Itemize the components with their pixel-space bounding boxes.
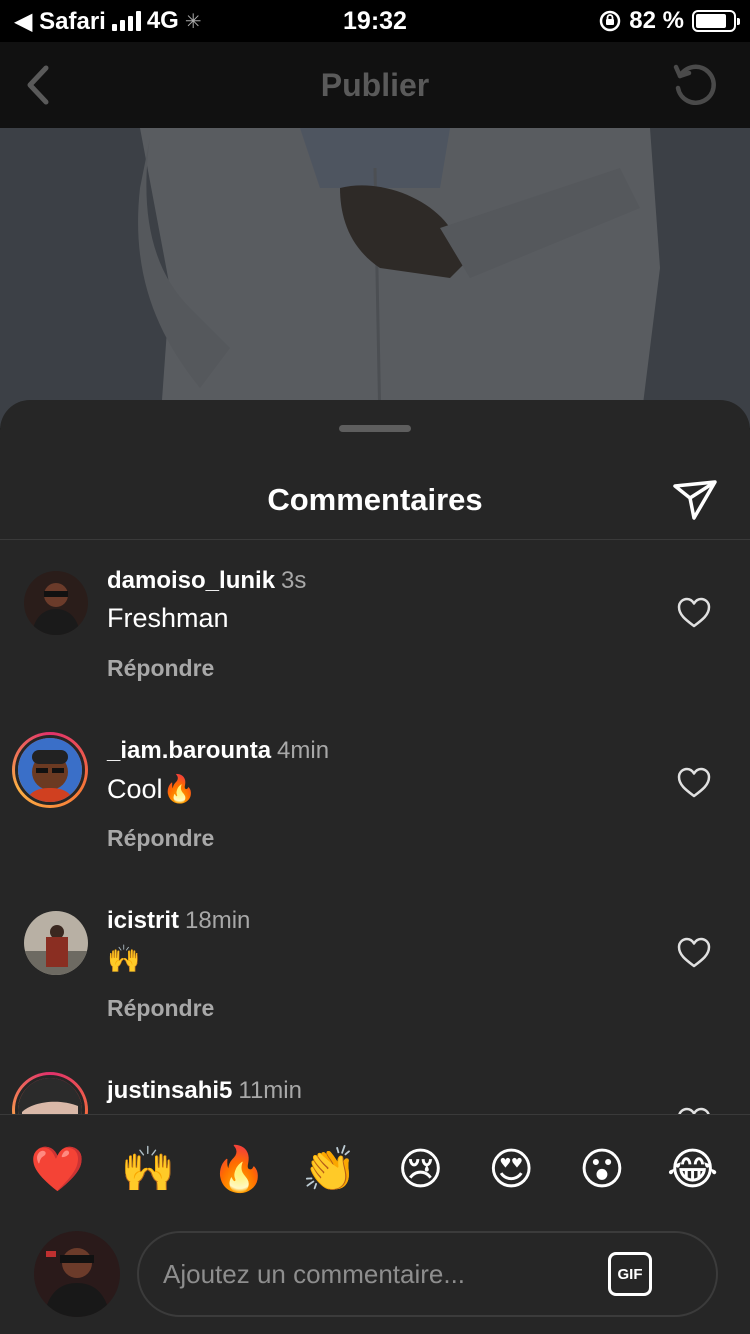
sheet-header: Commentaires	[0, 460, 750, 540]
emoji-heart-button[interactable]: ❤️	[27, 1140, 87, 1200]
comments-sheet: Commentaires damoiso_lunik 3s Freshman Ré…	[0, 400, 750, 1334]
list-item: damoiso_lunik 3s Freshman Répondre	[0, 541, 750, 711]
gif-button[interactable]: GIF	[608, 1252, 652, 1296]
avatar[interactable]	[12, 1072, 88, 1115]
heart-icon[interactable]	[676, 595, 712, 631]
battery-icon	[692, 10, 740, 32]
emoji-heart-eyes-button[interactable]: 😍	[481, 1140, 541, 1200]
comment-text: Cool🔥	[107, 774, 197, 804]
comment-time: 11min	[238, 1077, 302, 1104]
refresh-icon[interactable]	[668, 58, 720, 110]
orientation-lock-icon	[600, 10, 621, 32]
comment-time: 18min	[185, 907, 251, 934]
comment-username[interactable]: justinsahi5 11min	[107, 1077, 302, 1105]
top-nav: Publier	[0, 42, 750, 128]
battery-fill	[696, 14, 726, 28]
comment-username[interactable]: damoiso_lunik 3s	[107, 567, 306, 595]
sheet-title: Commentaires	[267, 481, 483, 517]
heart-icon[interactable]	[676, 935, 712, 971]
page-title: Publier	[320, 66, 430, 103]
status-left: ◀ Safari 4G ✳	[14, 7, 202, 36]
comments-list[interactable]: damoiso_lunik 3s Freshman Répondre _iam.b…	[0, 541, 750, 1115]
post-image	[0, 128, 750, 428]
status-right: 82 %	[599, 7, 740, 35]
battery-percent: 82 %	[629, 7, 684, 34]
heart-icon[interactable]	[676, 765, 712, 801]
avatar[interactable]	[24, 571, 88, 635]
back-icon[interactable]	[14, 60, 64, 110]
loading-spinner-icon: ✳	[184, 10, 202, 33]
avatar-image	[34, 1231, 120, 1317]
comment-input-placeholder: Ajoutez un commentaire...	[163, 1258, 466, 1289]
comment-text: 🙌	[107, 944, 141, 974]
avatar[interactable]	[24, 911, 88, 975]
list-item: icistrit 18min 🙌 Répondre	[0, 881, 750, 1051]
emoji-fire-button[interactable]: 🔥	[209, 1140, 269, 1200]
emoji-reaction-bar: ❤️ 🙌 🔥 👏 😢 😍 😮 😂	[0, 1114, 750, 1224]
share-icon[interactable]	[670, 474, 720, 524]
emoji-raised-hands-button[interactable]: 🙌	[118, 1140, 178, 1200]
avatar-image	[24, 571, 88, 635]
reply-button[interactable]: Répondre	[107, 655, 214, 682]
reply-button[interactable]: Répondre	[107, 995, 214, 1022]
network-label: 4G	[146, 7, 179, 34]
comment-username[interactable]: _iam.barounta 4min	[107, 737, 329, 765]
comment-username[interactable]: icistrit 18min	[107, 907, 250, 935]
emoji-laughing-button[interactable]: 😂	[663, 1140, 723, 1200]
sheet-drag-handle[interactable]	[339, 425, 411, 432]
avatar-image	[18, 1078, 82, 1115]
avatar-image	[24, 911, 88, 975]
comment-time: 3s	[281, 567, 307, 594]
comment-time: 4min	[277, 737, 330, 764]
reply-button[interactable]: Répondre	[107, 825, 214, 852]
comment-text: Freshman	[107, 603, 229, 633]
comment-composer: Ajoutez un commentaire... GIF	[0, 1225, 750, 1334]
avatar-image	[18, 738, 82, 802]
comment-input[interactable]: Ajoutez un commentaire... GIF	[137, 1231, 718, 1317]
emoji-clap-button[interactable]: 👏	[300, 1140, 360, 1200]
emoji-surprised-button[interactable]: 😮	[572, 1140, 632, 1200]
signal-icon	[111, 11, 141, 31]
back-to-app-button[interactable]: ◀ Safari	[14, 7, 106, 36]
status-bar: ◀ Safari 4G ✳ 19:32 82 %	[0, 0, 750, 42]
list-item: justinsahi5 11min	[0, 1051, 750, 1115]
my-avatar	[34, 1231, 120, 1317]
avatar[interactable]	[12, 732, 88, 808]
list-item: _iam.barounta 4min Cool🔥 Répondre	[0, 711, 750, 881]
emoji-crying-button[interactable]: 😢	[390, 1140, 450, 1200]
post-image-illustration	[0, 128, 750, 428]
